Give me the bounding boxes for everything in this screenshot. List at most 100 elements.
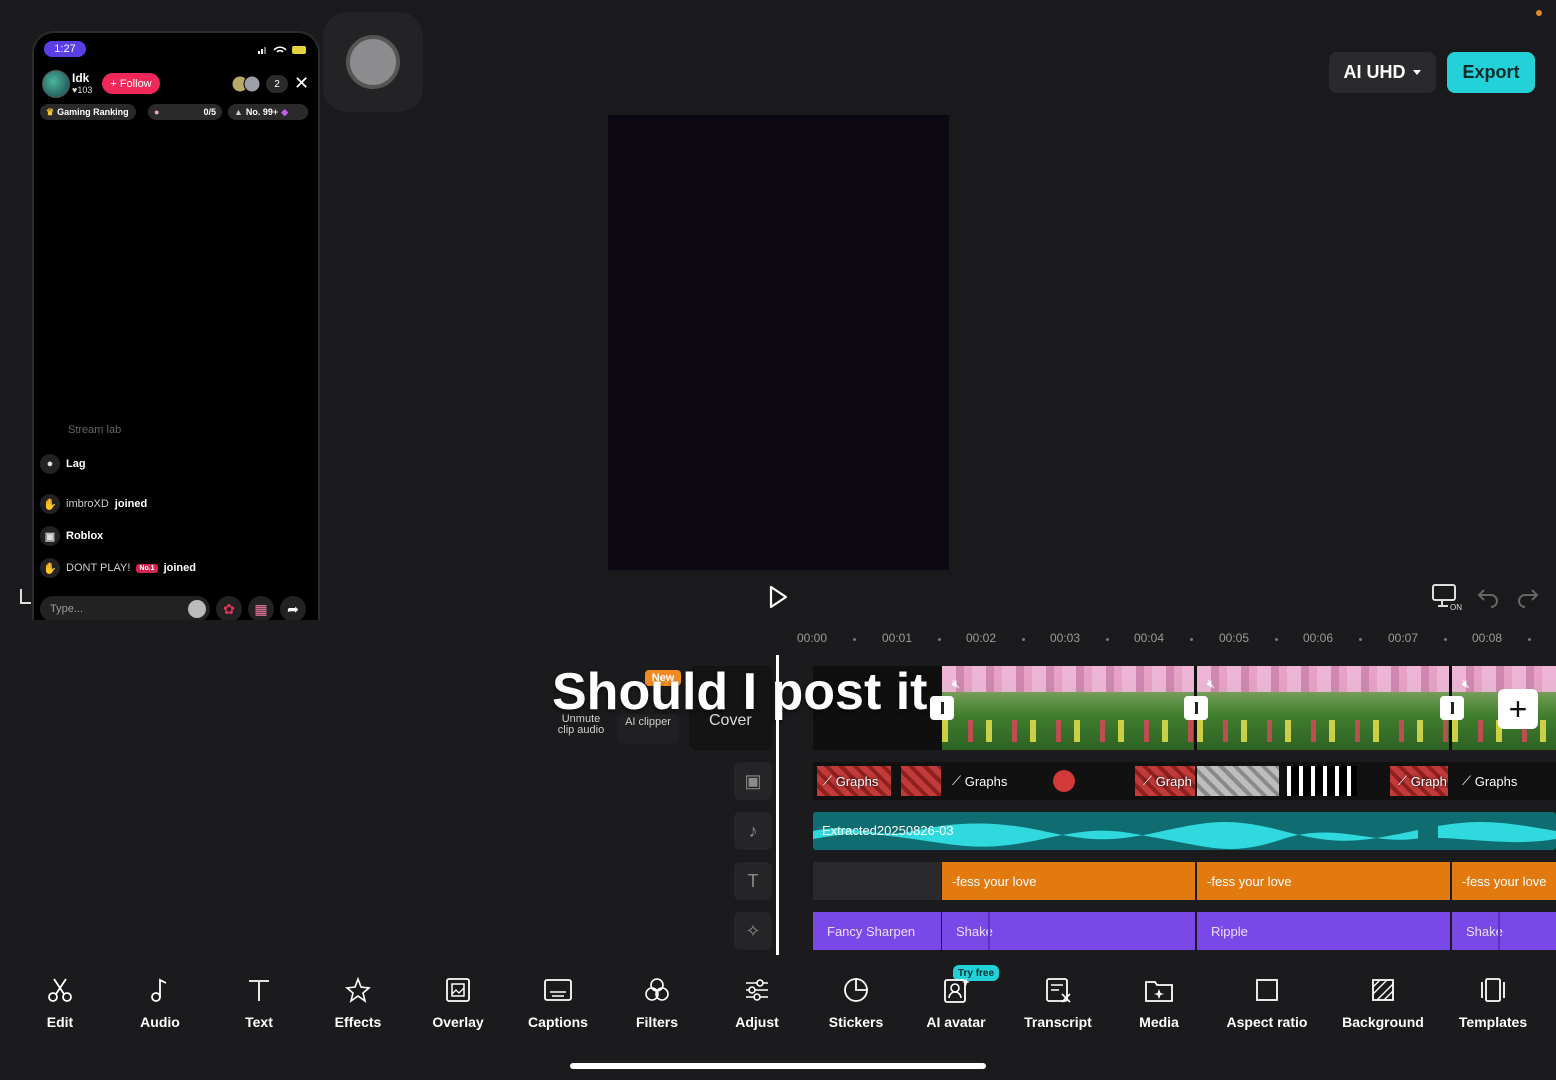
chevron-down-icon: [1412, 69, 1421, 75]
tool-filters[interactable]: Filters: [627, 976, 687, 1030]
viewer-avatars: [231, 75, 261, 93]
home-indicator[interactable]: [570, 1063, 986, 1069]
goal-value: 0/5: [203, 107, 216, 117]
sticker-icon: [844, 978, 868, 1002]
text-clip[interactable]: -fess your love: [942, 862, 1195, 900]
templates-icon: [1481, 978, 1505, 1002]
quality-dropdown[interactable]: AI UHD: [1329, 52, 1436, 93]
overlay-clip[interactable]: [1197, 762, 1387, 800]
video-clip[interactable]: 🔇︎: [1197, 666, 1449, 750]
ruler-tick: 00:01: [882, 631, 913, 645]
export-button[interactable]: Export: [1447, 52, 1535, 93]
overlay-clip[interactable]: ⟋ Graphs: [813, 762, 941, 800]
aspect-ratio-icon: [1256, 979, 1278, 1001]
wave-hand-icon: ✋: [40, 494, 60, 514]
gaming-ranking-pill[interactable]: ♛ Gaming Ranking: [40, 104, 136, 120]
tool-transcript[interactable]: Transcript: [1018, 976, 1098, 1030]
tool-media[interactable]: Media: [1130, 976, 1188, 1030]
rose-gift-icon[interactable]: ✿: [216, 596, 242, 622]
effect-clip[interactable]: Fancy Sharpen: [813, 912, 941, 950]
gift-goal-icon: ●: [154, 107, 160, 117]
overlay-clip[interactable]: ⟋ Graphs: [1452, 762, 1556, 800]
emoji-icon[interactable]: [188, 600, 206, 618]
text-clip[interactable]: -fess your love: [1452, 862, 1556, 900]
tool-stickers[interactable]: Stickers: [823, 976, 889, 1030]
muted-icon: 🔇︎: [1207, 676, 1216, 691]
tool-aspect-ratio[interactable]: Aspect ratio: [1222, 976, 1312, 1030]
follow-button[interactable]: + Follow: [102, 73, 160, 94]
quality-label: AI UHD: [1343, 62, 1406, 82]
time-ruler: 00:00 00:01 00:02 00:03 00:04 00:05 00:0…: [797, 631, 1556, 647]
undo-icon[interactable]: [1476, 584, 1500, 608]
add-clip-button[interactable]: +: [1498, 689, 1538, 729]
overlay-track-icon[interactable]: ▣: [734, 762, 772, 800]
wave-hand-icon: ✋: [40, 558, 60, 578]
preview-mode-icon[interactable]: ON: [1430, 582, 1464, 612]
filters-icon: [645, 978, 669, 1001]
tool-background[interactable]: Background: [1336, 976, 1430, 1030]
video-clip[interactable]: 🔇︎: [942, 666, 1194, 750]
graph-icon: ⟋: [952, 773, 965, 788]
video-preview[interactable]: [608, 115, 949, 570]
rank-pill[interactable]: ▲ No. 99+ ◆: [228, 104, 308, 120]
tool-audio[interactable]: Audio: [130, 976, 190, 1030]
redo-icon[interactable]: [1516, 584, 1540, 608]
chat-input[interactable]: Type...: [40, 596, 210, 622]
gaming-ranking-label: Gaming Ranking: [57, 107, 129, 117]
phone-clock: 1:27: [44, 41, 86, 57]
svg-text:ON: ON: [1450, 603, 1462, 612]
transcript-icon: [1046, 978, 1071, 1003]
tool-ai-avatar[interactable]: AI avatar: [922, 976, 990, 1030]
playhead[interactable]: [776, 655, 779, 955]
transition-button[interactable]: [1440, 696, 1464, 720]
close-icon[interactable]: ✕: [294, 73, 309, 94]
assistive-touch-button[interactable]: [323, 12, 423, 112]
transition-button[interactable]: [930, 696, 954, 720]
tool-templates[interactable]: Templates: [1454, 976, 1532, 1030]
graph-icon: ⟋: [823, 773, 836, 788]
overlay-icon: [446, 978, 470, 1002]
ruler-tick: 00:06: [1303, 631, 1334, 645]
chat-item: ▣ Roblox: [40, 526, 103, 546]
chat-item: ✋ imbroXD joined: [40, 494, 147, 514]
play-icon[interactable]: [764, 582, 792, 612]
audio-track-icon[interactable]: ♪: [734, 812, 772, 850]
gamepad-icon: ▣: [40, 526, 60, 546]
ruler-tick: 00:08: [1472, 631, 1503, 645]
background-icon: [1372, 979, 1394, 1001]
overlay-clip[interactable]: ⟋ Graphs: [942, 762, 1132, 800]
tool-text[interactable]: Text: [229, 976, 289, 1030]
tool-edit[interactable]: Edit: [30, 976, 90, 1030]
overlay-clip[interactable]: ⟋ Graph: [1388, 762, 1451, 800]
tool-adjust[interactable]: Adjust: [726, 976, 788, 1030]
muted-icon: 🔇︎: [952, 676, 961, 691]
ruler-tick: 00:05: [1219, 631, 1250, 645]
rank-badge: No.1: [136, 563, 158, 573]
rank-icon: ▲: [234, 107, 243, 117]
user-avatar-icon: ●: [40, 454, 60, 474]
graph-icon: ⟋: [1398, 773, 1411, 788]
tool-overlay[interactable]: Overlay: [427, 976, 489, 1030]
live-stream-overlay[interactable]: 1:27 Idk ♥103 + Follow 2 ✕ ♛ Gaming Rank…: [32, 31, 320, 649]
chat-item: ● Lag: [40, 454, 86, 474]
transition-button[interactable]: [1184, 696, 1208, 720]
effect-clip[interactable]: Ripple: [1197, 912, 1450, 950]
streamer-avatar[interactable]: [42, 70, 70, 98]
chat-item: Stream lab: [68, 424, 122, 436]
overlay-clip[interactable]: ⟋ Graph: [1133, 762, 1197, 800]
gift-icon[interactable]: ▦: [248, 596, 274, 622]
text-clip[interactable]: -fess your love: [1197, 862, 1450, 900]
phone-status-icons: [258, 46, 306, 54]
text-track-empty[interactable]: [813, 862, 941, 900]
text-track-icon[interactable]: T: [734, 862, 772, 900]
music-note-icon: [151, 978, 167, 1002]
tool-effects[interactable]: Effects: [328, 976, 388, 1030]
sliders-icon: [746, 979, 768, 1001]
goal-pill[interactable]: ● 0/5: [148, 104, 222, 120]
effect-clip[interactable]: Shake: [942, 912, 1195, 950]
tool-captions[interactable]: Captions: [524, 976, 592, 1030]
media-icon: [1145, 981, 1173, 1002]
share-icon[interactable]: ➦: [280, 596, 306, 622]
effect-clip[interactable]: Shake: [1452, 912, 1556, 950]
effects-track-icon[interactable]: ✧: [734, 912, 772, 950]
